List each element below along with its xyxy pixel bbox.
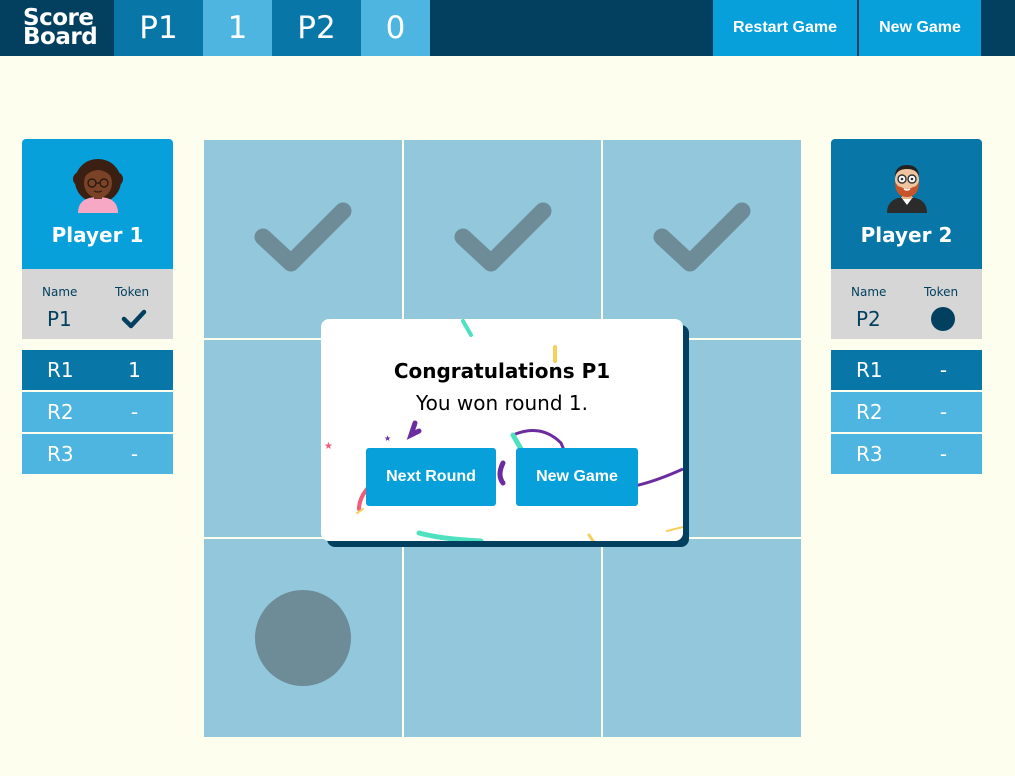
player-1-panel: Player 1 Name Token P1 R1 1 R2 - R3 -	[22, 139, 173, 476]
round-value: -	[939, 358, 948, 382]
player-2-header: Player 2	[831, 139, 982, 269]
board-cell[interactable]	[404, 140, 602, 338]
svg-text:★: ★	[324, 441, 333, 452]
round-label: R1	[47, 358, 74, 382]
svg-text:★: ★	[384, 434, 391, 443]
player-1-title: Player 1	[51, 223, 144, 247]
round-row: R2 -	[831, 392, 982, 432]
board-cell[interactable]	[204, 140, 402, 338]
scoreboard-p1-label: P1	[114, 0, 203, 56]
player-1-name: P1	[47, 307, 72, 331]
scoreboard-p2-score: 0	[361, 0, 430, 56]
round-row: R1 -	[831, 350, 982, 390]
round-value: -	[130, 400, 139, 424]
checkmark-icon	[254, 202, 352, 272]
board-cell[interactable]	[603, 140, 801, 338]
player-2-title: Player 2	[860, 223, 953, 247]
name-header: Name	[851, 285, 887, 299]
next-round-button[interactable]: Next Round	[366, 448, 496, 506]
round-label: R1	[856, 358, 883, 382]
board-cell[interactable]	[204, 539, 402, 737]
player-1-rounds: R1 1 R2 - R3 -	[22, 350, 173, 474]
modal-title: Congratulations P1	[393, 359, 611, 383]
checkmark-icon	[454, 202, 552, 272]
confetti-stars: ★ ★	[324, 434, 391, 452]
token-header: Token	[115, 285, 150, 299]
player-1-header: Player 1	[22, 139, 173, 269]
checkmark-icon	[653, 202, 751, 272]
player-2-rounds: R1 - R2 - R3 -	[831, 350, 982, 474]
round-label: R2	[856, 400, 883, 424]
new-game-button[interactable]: New Game	[859, 0, 981, 56]
circle-icon	[255, 590, 351, 686]
round-value: -	[939, 400, 948, 424]
round-value: -	[939, 442, 948, 466]
board-cell[interactable]	[603, 539, 801, 737]
logo-line-2: Board	[23, 24, 98, 50]
token-header: Token	[924, 285, 959, 299]
round-label: R2	[47, 400, 74, 424]
round-row: R2 -	[22, 392, 173, 432]
restart-game-button[interactable]: Restart Game	[713, 0, 857, 56]
checkmark-icon	[121, 309, 147, 329]
player-2-panel: Player 2 Name Token P2 R1 - R2 - R3 -	[831, 139, 982, 476]
scoreboard-logo: Score Board	[0, 0, 114, 56]
scoreboard-p1-score: 1	[203, 0, 272, 56]
round-label: R3	[47, 442, 74, 466]
man-avatar-icon	[886, 165, 927, 213]
modal-new-game-button[interactable]: New Game	[516, 448, 638, 506]
name-header: Name	[42, 285, 78, 299]
player-2-info: Name Token P2	[831, 269, 982, 339]
board-cell[interactable]	[404, 539, 602, 737]
round-value: -	[130, 442, 139, 466]
modal-message: You won round 1.	[416, 391, 588, 415]
round-row: R1 1	[22, 350, 173, 390]
player-1-info: Name Token P1	[22, 269, 173, 339]
scoreboard-p2-label: P2	[272, 0, 361, 56]
round-row: R3 -	[831, 434, 982, 474]
circle-icon	[931, 307, 955, 331]
round-row: R3 -	[22, 434, 173, 474]
round-value: 1	[128, 358, 141, 382]
round-label: R3	[856, 442, 883, 466]
player-2-name: P2	[856, 307, 881, 331]
woman-avatar-icon	[72, 159, 123, 213]
